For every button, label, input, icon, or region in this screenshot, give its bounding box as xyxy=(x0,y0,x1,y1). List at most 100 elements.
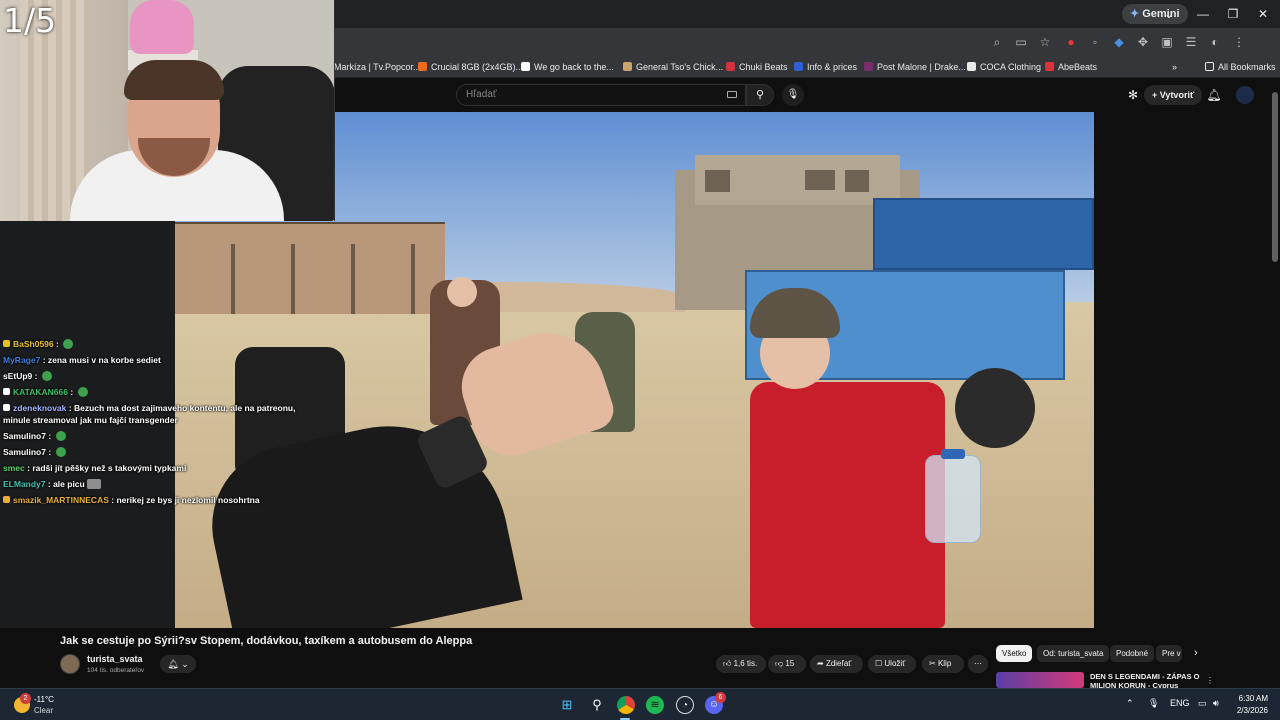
chat-username: smazik_MARTINNECAS xyxy=(13,495,109,505)
chat-text: radši jít pěšky než s takovými typkami xyxy=(32,463,187,473)
tray-overflow-icon[interactable]: ⌃ xyxy=(1126,698,1134,709)
search-input[interactable]: Hľadať xyxy=(456,84,746,106)
weather-temperature[interactable]: -11°C xyxy=(34,695,54,704)
google-icon xyxy=(521,62,530,71)
profile-icon[interactable]: ◐ xyxy=(1206,32,1224,52)
bookmark-favicon-icon xyxy=(794,62,803,71)
clock-time[interactable]: 6:30 AM xyxy=(1236,694,1268,703)
save-icon: ☐ xyxy=(875,659,885,668)
webcam-overlay: 1/5 xyxy=(0,0,335,221)
extension-red-icon[interactable]: ● xyxy=(1062,32,1080,52)
chat-badge-icon xyxy=(3,388,10,395)
all-bookmarks[interactable]: All Bookmarks xyxy=(1205,59,1276,75)
network-icon[interactable]: ▭ xyxy=(1198,698,1207,709)
start-windows-icon[interactable]: ⊞ xyxy=(558,696,576,714)
channel-avatar[interactable] xyxy=(60,654,80,674)
chat-username: zdeneknovak xyxy=(13,403,67,413)
keyboard-icon[interactable] xyxy=(727,91,737,98)
bookmark-item[interactable]: Chuki Beats xyxy=(726,59,788,75)
dislike-button[interactable]: 👎︎ 15 xyxy=(768,655,806,673)
bookmark-item[interactable]: General Tso's Chick... xyxy=(623,59,723,75)
extensions-puzzle-icon[interactable]: ✥ xyxy=(1134,32,1152,52)
side-panel-icon[interactable]: ▣ xyxy=(1158,32,1176,52)
extension-grey-icon[interactable]: ◦ xyxy=(1086,32,1104,52)
chip-for-you[interactable]: Pre v xyxy=(1156,645,1182,662)
zoom-icon[interactable]: ⌕ xyxy=(988,32,1006,52)
thumbs-down-icon: 👎︎ xyxy=(775,659,786,668)
share-label: Zdieľať xyxy=(825,659,852,668)
bookmark-label: We go back to the... xyxy=(534,62,614,72)
cast-icon[interactable]: ▭ xyxy=(1012,32,1030,52)
volume-icon[interactable]: 🔊︎ xyxy=(1213,698,1219,709)
weather-badge: 2 xyxy=(20,693,31,704)
search-button[interactable]: ⚲ xyxy=(746,84,774,106)
notifications-bell-icon[interactable]: 🔔︎ xyxy=(1205,86,1223,104)
clock-date[interactable]: 2/3/2026 xyxy=(1228,706,1268,715)
recommended-menu-icon[interactable]: ⋮ xyxy=(1200,672,1220,689)
bookmark-item[interactable]: Info & prices xyxy=(794,59,857,75)
restore-button[interactable]: ❐ xyxy=(1218,4,1248,24)
chat-username: MyRage7 xyxy=(3,355,41,365)
chip-all[interactable]: Všetko xyxy=(996,645,1033,662)
bookmark-item[interactable]: We go back to the... xyxy=(521,59,614,75)
microphone-tray-icon[interactable]: 🎙︎ xyxy=(1148,698,1159,709)
chrome-menu-icon[interactable]: ⋮ xyxy=(1230,32,1248,52)
subscription-bell-button[interactable]: 🔔︎ ⌄ xyxy=(160,655,196,673)
clip-button[interactable]: ✂ Klip xyxy=(922,655,964,673)
save-button[interactable]: ☐ Uložiť xyxy=(868,655,916,673)
plus-icon: + xyxy=(1152,90,1160,100)
minimize-button[interactable]: — xyxy=(1188,4,1218,24)
chat-overlay: BaSh0596 : MyRage7 : zena musi v na korb… xyxy=(3,336,333,508)
voice-search-button[interactable]: 🎙︎ xyxy=(782,84,804,106)
weather-condition[interactable]: Clear xyxy=(34,706,53,715)
thumbs-up-icon: 👍︎ xyxy=(723,659,734,668)
recommended-thumbnail[interactable] xyxy=(996,672,1084,688)
share-button[interactable]: ➦ Zdieľať xyxy=(810,655,863,673)
bookmark-item[interactable]: Markíza | Tv.Popcor... xyxy=(334,59,421,75)
close-button[interactable]: ✕ xyxy=(1248,4,1278,24)
chips-next-icon[interactable]: › xyxy=(1188,645,1204,662)
spotify-icon[interactable]: ≋ xyxy=(646,696,664,714)
building-window xyxy=(805,170,835,190)
extension-blue-icon[interactable]: ◆ xyxy=(1110,32,1128,52)
bookmark-favicon-icon xyxy=(864,62,873,71)
bookmark-label: Crucial 8GB (2x4GB)... xyxy=(431,62,524,72)
chip-related[interactable]: Podobné xyxy=(1110,645,1155,662)
chrome-icon[interactable] xyxy=(617,696,635,714)
video-frame-woman xyxy=(750,382,945,628)
scissors-icon: ✂ xyxy=(929,659,938,668)
channel-name[interactable]: turista_svata xyxy=(87,654,143,664)
like-button[interactable]: 👍︎ 1,6 tis. xyxy=(716,655,766,673)
bookmarks-overflow-icon[interactable]: » xyxy=(1172,59,1177,75)
tab-groups-icon[interactable]: ☰ xyxy=(1182,32,1200,52)
more-actions-button[interactable]: ⋯ xyxy=(968,655,988,673)
tab-search-icon[interactable]: ⌄ xyxy=(1154,4,1184,24)
building-window xyxy=(845,170,869,192)
save-label: Uložiť xyxy=(884,659,906,668)
windows-taskbar: 2 -11°C Clear ⊞ ⚲ ≋ ◔ ☺ 6 ⌃ 🎙︎ ENG ▭ 🔊︎ … xyxy=(0,688,1280,720)
language-indicator[interactable]: ENG xyxy=(1170,698,1190,708)
bookmark-item[interactable]: COCA Clothing xyxy=(967,59,1041,75)
bookmark-item[interactable]: Crucial 8GB (2x4GB)... xyxy=(418,59,523,75)
chip-from-channel[interactable]: Od: turista_svata xyxy=(1037,645,1110,662)
account-avatar[interactable] xyxy=(1236,86,1254,104)
recommended-title[interactable]: DEN S LEGENDAMI - ZÁPAS O MILION KORUN -… xyxy=(1090,672,1200,688)
bookmark-item[interactable]: Post Malone | Drake... xyxy=(864,59,966,75)
create-button[interactable]: + Vytvoriť xyxy=(1144,85,1203,105)
bookmark-item[interactable]: AbeBeats xyxy=(1045,59,1097,75)
obs-icon[interactable]: ◔ xyxy=(676,696,694,714)
discord-badge: 6 xyxy=(715,692,726,703)
taskbar-search-icon[interactable]: ⚲ xyxy=(588,696,606,714)
chat-emote-icon xyxy=(63,339,74,349)
pergola-bars xyxy=(175,244,445,314)
search-icon: ⚲ xyxy=(755,89,765,101)
scrollbar-thumb[interactable] xyxy=(1272,92,1278,262)
bookmark-label: Chuki Beats xyxy=(739,62,788,72)
subscriber-count: 104 tis. odberateľov xyxy=(87,667,145,674)
create-video-icon[interactable]: ✻ xyxy=(1124,86,1142,104)
chat-username: sEtUp9 xyxy=(3,371,33,381)
chat-message: KATAKAN666 : xyxy=(3,384,333,400)
bookmark-favicon-icon xyxy=(623,62,632,71)
bookmark-label: Post Malone | Drake... xyxy=(877,62,966,72)
bookmark-star-icon[interactable]: ☆ xyxy=(1036,32,1054,52)
